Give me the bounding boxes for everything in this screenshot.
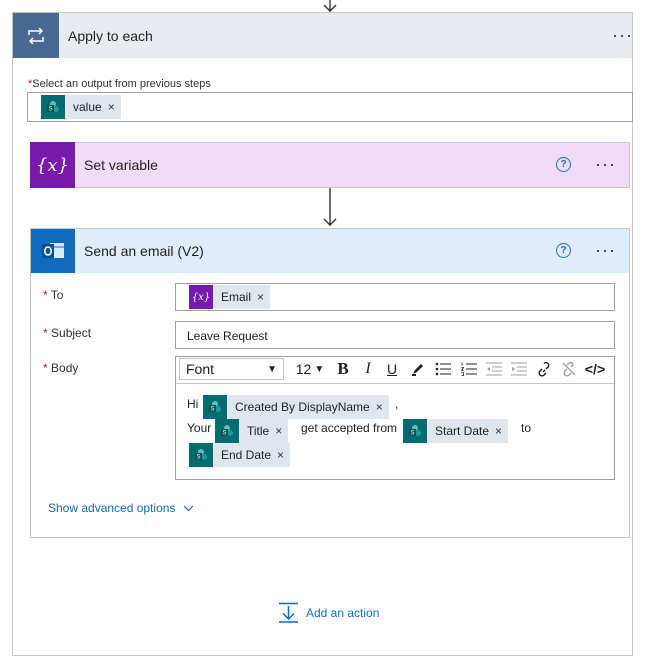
- svg-text:S: S: [410, 431, 414, 437]
- remove-token-button[interactable]: ×: [108, 100, 121, 114]
- chevron-down-icon: [184, 505, 194, 511]
- send-email-help-icon[interactable]: ?: [556, 243, 571, 258]
- token-start-date[interactable]: S Start Date ×: [403, 419, 509, 443]
- link-icon[interactable]: [533, 357, 555, 381]
- body-text-get-accepted: get accepted from: [301, 421, 398, 435]
- font-size-select[interactable]: 12 ▼: [291, 357, 329, 381]
- sharepoint-icon: S: [203, 395, 227, 419]
- sharepoint-icon: S: [215, 419, 239, 443]
- chevron-down-icon: ▼: [314, 363, 325, 375]
- subject-field[interactable]: Leave Request: [175, 321, 615, 349]
- add-action-label: Add an action: [306, 605, 380, 620]
- select-output-field[interactable]: S value ×: [27, 92, 633, 122]
- increase-indent-icon[interactable]: [508, 357, 530, 381]
- token-label: End Date: [221, 448, 272, 462]
- variable-icon: {x}: [30, 142, 75, 188]
- to-field[interactable]: {x} Email ×: [175, 283, 615, 311]
- underline-button[interactable]: U: [382, 357, 402, 381]
- sharepoint-icon: S: [403, 419, 427, 443]
- remove-token-button[interactable]: ×: [277, 448, 290, 462]
- code-view-button[interactable]: </>: [582, 357, 608, 381]
- font-select[interactable]: Font ▼: [179, 358, 284, 380]
- chevron-down-icon: ▼: [267, 363, 277, 375]
- svg-text:S: S: [196, 455, 200, 461]
- unlink-icon[interactable]: [558, 357, 580, 381]
- token-created-by[interactable]: S Created By DisplayName ×: [203, 395, 389, 419]
- token-label: Created By DisplayName: [235, 400, 370, 414]
- set-variable-more-button[interactable]: ···: [595, 155, 616, 173]
- token-email[interactable]: {x} Email ×: [189, 285, 271, 309]
- variable-icon: {x}: [189, 285, 213, 309]
- italic-button[interactable]: I: [358, 357, 378, 381]
- outlook-icon: [31, 229, 75, 273]
- send-email-title: Send an email (V2): [84, 243, 204, 259]
- token-end-date[interactable]: S End Date ×: [189, 443, 291, 467]
- font-select-value: Font: [186, 361, 215, 377]
- sharepoint-icon: S: [41, 95, 65, 119]
- set-variable-title: Set variable: [84, 157, 158, 173]
- body-text-hi: Hi: [187, 397, 199, 411]
- to-label: * To: [43, 288, 64, 302]
- bold-button[interactable]: B: [333, 357, 353, 381]
- body-text-your: Your: [187, 421, 212, 435]
- token-label: Email: [221, 290, 252, 304]
- select-output-label: *Select an output from previous steps: [28, 78, 211, 90]
- loop-more-button[interactable]: ···: [612, 26, 633, 44]
- connector-arrow-middle: [323, 188, 337, 226]
- remove-token-button[interactable]: ×: [495, 424, 508, 438]
- body-text-comma: ,: [395, 397, 399, 411]
- body-label: * Body: [43, 361, 79, 375]
- add-action-button[interactable]: Add an action: [278, 602, 379, 623]
- svg-text:S: S: [222, 431, 226, 437]
- token-label: Start Date: [435, 424, 490, 438]
- remove-token-button[interactable]: ×: [376, 400, 389, 414]
- body-editor[interactable]: Font ▼ 12 ▼ B I U </> Hi S Created By Dis…: [175, 356, 615, 480]
- send-email-more-button[interactable]: ···: [595, 241, 616, 259]
- apply-to-each-title: Apply to each: [68, 28, 153, 44]
- token-value[interactable]: S value ×: [41, 95, 121, 119]
- set-variable-help-icon[interactable]: ?: [556, 157, 571, 172]
- show-advanced-options-link[interactable]: Show advanced options: [48, 501, 194, 515]
- svg-text:S: S: [48, 107, 52, 113]
- rich-text-toolbar: Font ▼ 12 ▼ B I U </>: [176, 357, 614, 384]
- sharepoint-icon: S: [189, 443, 213, 467]
- token-label: value: [73, 100, 102, 114]
- token-title[interactable]: S Title ×: [215, 419, 289, 443]
- show-advanced-label: Show advanced options: [48, 501, 176, 515]
- body-text-to: to: [521, 421, 532, 435]
- decrease-indent-icon[interactable]: [483, 357, 505, 381]
- font-size-value: 12: [295, 361, 312, 377]
- token-label: Title: [247, 424, 270, 438]
- loop-icon: [13, 13, 59, 58]
- subject-label: * Subject: [43, 326, 92, 340]
- add-action-icon: [279, 602, 298, 623]
- numbered-list-icon[interactable]: [458, 357, 480, 381]
- bullet-list-icon[interactable]: [432, 357, 454, 381]
- subject-value: Leave Request: [187, 329, 268, 343]
- svg-text:S: S: [210, 407, 214, 413]
- highlight-pen-icon[interactable]: [408, 357, 428, 381]
- remove-token-button[interactable]: ×: [275, 424, 288, 438]
- remove-token-button[interactable]: ×: [257, 290, 270, 304]
